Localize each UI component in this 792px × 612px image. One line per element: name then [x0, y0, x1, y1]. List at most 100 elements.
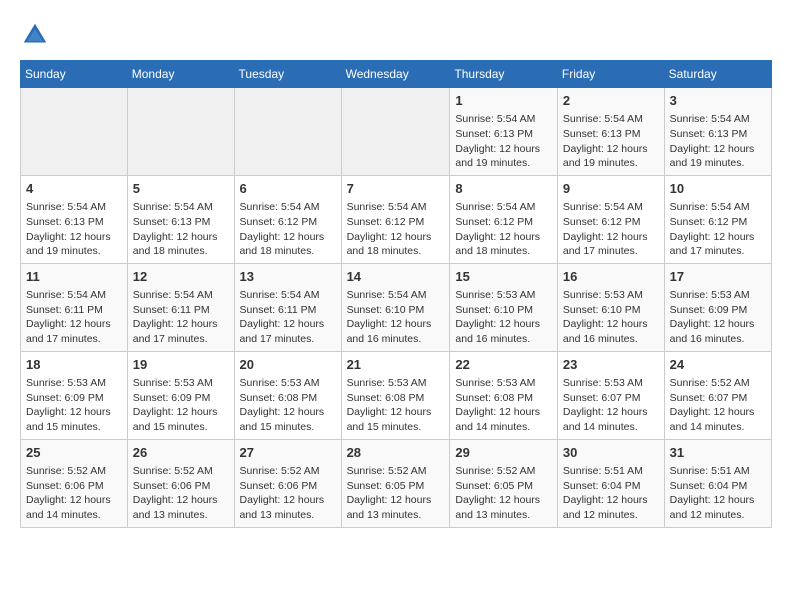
day-info: Sunrise: 5:53 AM Sunset: 6:10 PM Dayligh… — [563, 288, 659, 347]
day-number: 17 — [670, 268, 766, 286]
day-info: Sunrise: 5:54 AM Sunset: 6:12 PM Dayligh… — [563, 200, 659, 259]
day-info: Sunrise: 5:53 AM Sunset: 6:09 PM Dayligh… — [670, 288, 766, 347]
calendar-cell: 3Sunrise: 5:54 AM Sunset: 6:13 PM Daylig… — [664, 88, 771, 176]
header-day-thursday: Thursday — [450, 61, 558, 88]
calendar-week-row: 4 Sunrise: 5:54 AM Sunset: 6:13 PM Daylig… — [21, 175, 772, 263]
day-info: Sunrise: 5:53 AM Sunset: 6:09 PM Dayligh… — [26, 376, 122, 435]
day-info: Sunrise: 5:54 AM Sunset: 6:11 PM Dayligh… — [133, 288, 229, 347]
logo-icon — [20, 20, 50, 50]
day-info: Sunrise: 5:54 AM Sunset: 6:10 PM Dayligh… — [347, 288, 445, 347]
day-number: 1 — [455, 92, 552, 110]
day-number: 12 — [133, 268, 229, 286]
day-info: Sunrise: 5:52 AM Sunset: 6:05 PM Dayligh… — [455, 464, 552, 523]
calendar-cell: 2 Sunrise: 5:54 AM Sunset: 6:13 PM Daylig… — [557, 88, 664, 176]
day-number: 9 — [563, 180, 659, 198]
calendar-cell: 10Sunrise: 5:54 AM Sunset: 6:12 PM Dayli… — [664, 175, 771, 263]
calendar-cell: 31 Sunrise: 5:51 AM Sunset: 6:04 PM Dayli… — [664, 439, 771, 527]
day-info: Sunrise: 5:54 AM Sunset: 6:12 PM Dayligh… — [240, 200, 336, 259]
day-number: 28 — [347, 444, 445, 462]
header-day-saturday: Saturday — [664, 61, 771, 88]
calendar-cell: 7 Sunrise: 5:54 AM Sunset: 6:12 PM Daylig… — [341, 175, 450, 263]
day-info: Sunrise: 5:53 AM Sunset: 6:08 PM Dayligh… — [347, 376, 445, 435]
day-number: 22 — [455, 356, 552, 374]
day-info: Sunrise: 5:53 AM Sunset: 6:07 PM Dayligh… — [563, 376, 659, 435]
day-number: 5 — [133, 180, 229, 198]
day-number: 25 — [26, 444, 122, 462]
calendar-cell: 6 Sunrise: 5:54 AM Sunset: 6:12 PM Daylig… — [234, 175, 341, 263]
day-info: Sunrise: 5:54 AM Sunset: 6:12 PM Dayligh… — [455, 200, 552, 259]
calendar-cell — [234, 88, 341, 176]
day-info: Sunrise: 5:53 AM Sunset: 6:08 PM Dayligh… — [455, 376, 552, 435]
calendar-cell — [21, 88, 128, 176]
calendar-cell: 30 Sunrise: 5:51 AM Sunset: 6:04 PM Dayli… — [557, 439, 664, 527]
calendar-cell: 23 Sunrise: 5:53 AM Sunset: 6:07 PM Dayli… — [557, 351, 664, 439]
day-number: 8 — [455, 180, 552, 198]
day-info: Sunrise: 5:54 AM Sunset: 6:13 PM Dayligh… — [455, 112, 552, 171]
header-day-sunday: Sunday — [21, 61, 128, 88]
day-info: Sunrise: 5:54 AM Sunset: 6:11 PM Dayligh… — [26, 288, 122, 347]
calendar-cell: 16Sunrise: 5:53 AM Sunset: 6:10 PM Dayli… — [557, 263, 664, 351]
day-number: 14 — [347, 268, 445, 286]
calendar-cell: 12 Sunrise: 5:54 AM Sunset: 6:11 PM Dayli… — [127, 263, 234, 351]
day-info: Sunrise: 5:51 AM Sunset: 6:04 PM Dayligh… — [670, 464, 766, 523]
logo — [20, 20, 56, 50]
calendar-cell: 28Sunrise: 5:52 AM Sunset: 6:05 PM Dayli… — [341, 439, 450, 527]
calendar-cell — [341, 88, 450, 176]
calendar-cell: 29 Sunrise: 5:52 AM Sunset: 6:05 PM Dayli… — [450, 439, 558, 527]
day-number: 7 — [347, 180, 445, 198]
header — [20, 20, 772, 50]
day-number: 4 — [26, 180, 122, 198]
day-number: 11 — [26, 268, 122, 286]
day-number: 3 — [670, 92, 766, 110]
calendar-cell: 5 Sunrise: 5:54 AM Sunset: 6:13 PM Daylig… — [127, 175, 234, 263]
day-info: Sunrise: 5:52 AM Sunset: 6:06 PM Dayligh… — [26, 464, 122, 523]
day-number: 29 — [455, 444, 552, 462]
day-number: 19 — [133, 356, 229, 374]
calendar-cell: 15 Sunrise: 5:53 AM Sunset: 6:10 PM Dayli… — [450, 263, 558, 351]
day-number: 26 — [133, 444, 229, 462]
calendar-cell: 25 Sunrise: 5:52 AM Sunset: 6:06 PM Dayli… — [21, 439, 128, 527]
calendar-cell: 14 Sunrise: 5:54 AM Sunset: 6:10 PM Dayli… — [341, 263, 450, 351]
calendar-cell: 21 Sunrise: 5:53 AM Sunset: 6:08 PM Dayli… — [341, 351, 450, 439]
day-number: 24 — [670, 356, 766, 374]
day-number: 20 — [240, 356, 336, 374]
day-info: Sunrise: 5:53 AM Sunset: 6:10 PM Dayligh… — [455, 288, 552, 347]
page-container: SundayMondayTuesdayWednesdayThursdayFrid… — [20, 20, 772, 528]
day-info: Sunrise: 5:52 AM Sunset: 6:06 PM Dayligh… — [240, 464, 336, 523]
calendar-cell: 19 Sunrise: 5:53 AM Sunset: 6:09 PM Dayli… — [127, 351, 234, 439]
calendar-cell: 4Sunrise: 5:54 AM Sunset: 6:13 PM Daylig… — [21, 175, 128, 263]
calendar-week-row: 11 Sunrise: 5:54 AM Sunset: 6:11 PM Dayli… — [21, 263, 772, 351]
calendar-week-row: 25 Sunrise: 5:52 AM Sunset: 6:06 PM Dayli… — [21, 439, 772, 527]
day-number: 30 — [563, 444, 659, 462]
header-day-monday: Monday — [127, 61, 234, 88]
day-number: 21 — [347, 356, 445, 374]
day-number: 15 — [455, 268, 552, 286]
day-info: Sunrise: 5:53 AM Sunset: 6:09 PM Dayligh… — [133, 376, 229, 435]
calendar-cell: 13 Sunrise: 5:54 AM Sunset: 6:11 PM Dayli… — [234, 263, 341, 351]
calendar-cell: 20 Sunrise: 5:53 AM Sunset: 6:08 PM Dayli… — [234, 351, 341, 439]
day-info: Sunrise: 5:54 AM Sunset: 6:13 PM Dayligh… — [563, 112, 659, 171]
day-info: Sunrise: 5:54 AM Sunset: 6:12 PM Dayligh… — [347, 200, 445, 259]
calendar-cell: 17 Sunrise: 5:53 AM Sunset: 6:09 PM Dayli… — [664, 263, 771, 351]
calendar-week-row: 1 Sunrise: 5:54 AM Sunset: 6:13 PM Daylig… — [21, 88, 772, 176]
day-info: Sunrise: 5:51 AM Sunset: 6:04 PM Dayligh… — [563, 464, 659, 523]
calendar-cell: 8 Sunrise: 5:54 AM Sunset: 6:12 PM Daylig… — [450, 175, 558, 263]
day-number: 13 — [240, 268, 336, 286]
calendar-cell: 11 Sunrise: 5:54 AM Sunset: 6:11 PM Dayli… — [21, 263, 128, 351]
calendar-week-row: 18 Sunrise: 5:53 AM Sunset: 6:09 PM Dayli… — [21, 351, 772, 439]
day-number: 2 — [563, 92, 659, 110]
calendar-cell: 22 Sunrise: 5:53 AM Sunset: 6:08 PM Dayli… — [450, 351, 558, 439]
day-number: 31 — [670, 444, 766, 462]
calendar-cell: 1 Sunrise: 5:54 AM Sunset: 6:13 PM Daylig… — [450, 88, 558, 176]
calendar-cell: 27Sunrise: 5:52 AM Sunset: 6:06 PM Dayli… — [234, 439, 341, 527]
header-day-wednesday: Wednesday — [341, 61, 450, 88]
day-info: Sunrise: 5:54 AM Sunset: 6:13 PM Dayligh… — [133, 200, 229, 259]
day-info: Sunrise: 5:53 AM Sunset: 6:08 PM Dayligh… — [240, 376, 336, 435]
day-number: 23 — [563, 356, 659, 374]
day-number: 6 — [240, 180, 336, 198]
header-day-tuesday: Tuesday — [234, 61, 341, 88]
calendar-cell: 26Sunrise: 5:52 AM Sunset: 6:06 PM Dayli… — [127, 439, 234, 527]
calendar-cell: 24Sunrise: 5:52 AM Sunset: 6:07 PM Dayli… — [664, 351, 771, 439]
day-info: Sunrise: 5:54 AM Sunset: 6:11 PM Dayligh… — [240, 288, 336, 347]
day-number: 18 — [26, 356, 122, 374]
